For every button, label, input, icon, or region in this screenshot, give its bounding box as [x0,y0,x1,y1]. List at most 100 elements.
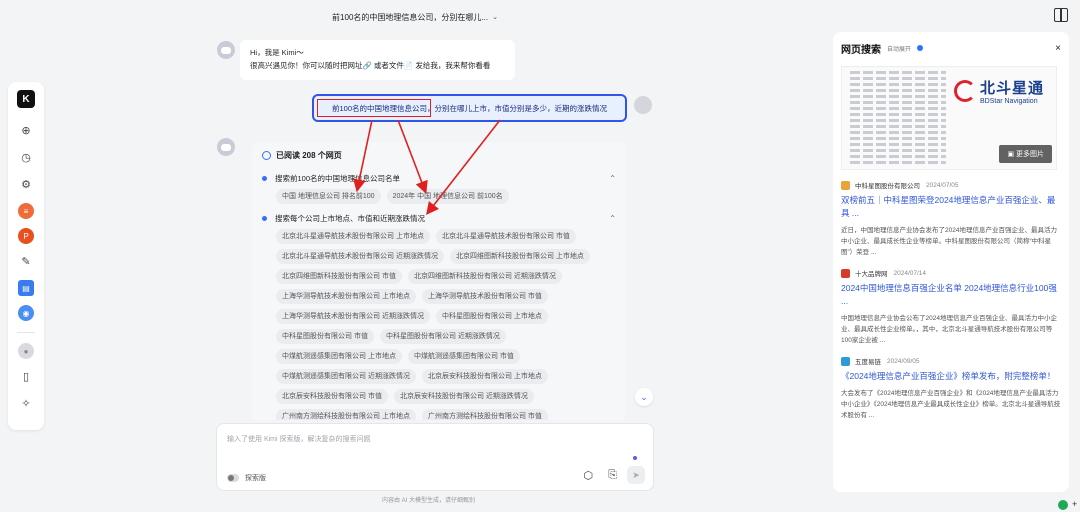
app-icon-orange[interactable]: ≡ [18,203,34,219]
search-tag[interactable]: 北京北斗星通导航技术股份有限公司 市值 [435,229,576,244]
sidebar-divider [17,332,35,333]
search-result[interactable]: 五度易链 2024/09/05 《2024地理信息产业百强企业》榜单发布，附完整榜… [841,356,1061,421]
search-tag[interactable]: 广州南方测绘科技股份有限公司 上市地点 [276,409,416,420]
close-icon[interactable]: × [1055,43,1061,54]
conversation-title-bar[interactable]: 前100名的中国地理信息公司，分别在哪儿... ⌄ [0,0,830,34]
kimi-avatar [217,41,235,59]
app-icon-blue[interactable]: ◉ [18,305,34,321]
check-circle-icon [262,151,271,160]
history-icon[interactable]: ◷ [18,149,34,165]
pen-icon[interactable]: ✎ [18,253,34,269]
search-tag[interactable]: 北京四维图新科技股份有限公司 近期涨跌情况 [407,269,562,284]
step-dot-icon [262,216,267,221]
greeting-line1: Hi，我是 Kimi～ [250,48,304,57]
search-step-2[interactable]: 搜索每个公司上市地点、市值和近期涨跌情况 ⌃ [262,213,616,224]
result-source: 五度易链 [855,359,881,366]
step1-label: 搜索前100名的中国地理信息公司名单 [275,174,401,183]
result-title-link[interactable]: 双榜前五｜中科星图荣登2024地理信息产业百强企业、最具 ... [841,194,1061,220]
status-dot [633,456,637,460]
result-title-link[interactable]: 《2024地理信息产业百强企业》榜单发布，附完整榜单！ [841,370,1061,383]
search-tag[interactable]: 上海华测导航技术股份有限公司 市值 [421,289,548,304]
search-image-preview[interactable]: 北斗星通 BDStar Navigation ▣ 更多图片 [841,66,1057,170]
chevron-down-icon[interactable]: ⌄ [492,13,498,21]
result-snippet: 大会发布了《2024地理信息产业百强企业》和《2024地理信息产业最具活力中小企… [841,390,1061,419]
search-tag[interactable]: 中科星图股份有限公司 上市地点 [435,309,548,324]
panel-title: 网页搜索 [841,44,881,56]
auto-expand-toggle[interactable] [917,45,924,51]
user-avatar [634,96,652,114]
search-tag[interactable]: 上海华测导航技术股份有限公司 近期涨跌情况 [276,309,430,324]
bdstar-logo: 北斗星通 BDStar Navigation [954,77,1044,105]
search-tag[interactable]: 中煤航测遥感集团有限公司 市值 [407,349,520,364]
search-result[interactable]: 中科星图股份有限公司 2024/07/05 双榜前五｜中科星图荣登2024地理信息… [841,180,1061,258]
status-badge-icon[interactable] [1058,500,1068,510]
kimi-logo-icon[interactable]: K [17,90,35,108]
panel-header: 网页搜索 自动展开 × [841,40,1061,56]
more-images-label: 更多图片 [1016,151,1044,158]
source-favicon-icon [841,356,850,366]
search-tag[interactable]: 上海华测导航技术股份有限公司 上市地点 [276,289,416,304]
web-search-panel: 网页搜索 自动展开 × 北斗星通 BDStar Navigation ▣ 更多图… [833,32,1069,492]
search-tag[interactable]: 北京北斗星通导航技术股份有限公司 上市地点 [276,229,430,244]
search-tag[interactable]: 北京辰安科技股份有限公司 近期涨跌情况 [393,389,534,404]
bdstar-logo-icon [954,80,976,102]
mobile-icon[interactable]: ▯ [18,368,34,384]
explore-icon[interactable]: ⚙ [18,176,34,192]
new-chat-icon[interactable]: ⊕ [18,122,34,138]
auto-expand-label: 自动展开 [887,46,912,53]
chevron-up-icon[interactable]: ⌃ [609,174,616,183]
plus-icon[interactable]: + [1072,499,1077,509]
kimi-avatar-2 [217,138,235,156]
scroll-down-icon[interactable]: ⌄ [635,388,653,406]
read-pages-header[interactable]: 已阅读 208 个网页 [262,150,616,161]
toggle-switch-icon[interactable] [227,474,239,482]
search-tag[interactable]: 中科星图股份有限公司 近期涨跌情况 [379,329,506,344]
explore-mode-label: 探索版 [245,475,266,482]
ai-disclaimer: 内容由 AI 大模型生成，请仔细甄别 [382,498,476,504]
search-tag[interactable]: 北京四维图新科技股份有限公司 上市地点 [449,249,590,264]
logo-cn: 北斗星通 [980,80,1045,97]
explore-mode-toggle[interactable]: 探索版 [227,473,266,483]
search-result[interactable]: 十大品牌网 2024/07/14 2024中国地理信息百强企业名单 2024地理信… [841,268,1061,346]
cube-icon[interactable]: ⬡ [583,469,593,482]
search-tag[interactable]: 2024年 中国 地理信息公司 前100名 [386,189,509,204]
step1-tags: 中国 地理信息公司 排名前100 2024年 中国 地理信息公司 前100名 [262,189,616,204]
result-source: 十大品牌网 [855,271,888,278]
panel-toggle-icon[interactable] [1054,8,1068,22]
chat-input-box[interactable]: 输入了使用 Kimi 探索版，解决复杂的搜索问题 探索版 ⬡ ⎘ ➤ [216,423,654,491]
chat-input-placeholder[interactable]: 输入了使用 Kimi 探索版，解决复杂的搜索问题 [227,434,371,444]
result-title-link[interactable]: 2024中国地理信息百强企业名单 2024地理信息行业100强 ... [841,282,1061,308]
result-date: 2024/07/14 [893,269,927,277]
greeting-bubble: Hi，我是 Kimi～ 很高兴遇见你！你可以随时把网址🔗 或者文件📄 发给我，我… [240,40,515,80]
annotation-highlight-box [317,99,431,117]
ppt-icon[interactable]: P [18,228,34,244]
conversation-title[interactable]: 前100名的中国地理信息公司，分别在哪儿... [332,12,488,23]
search-tag[interactable]: 中煤航测遥感集团有限公司 上市地点 [276,349,402,364]
search-tag[interactable]: 广州南方测绘科技股份有限公司 市值 [421,409,548,420]
send-button[interactable]: ➤ [627,466,645,484]
search-progress-box: 已阅读 208 个网页 搜索前100名的中国地理信息公司名单 ⌃ 中国 地理信息… [252,142,626,420]
doc-icon[interactable]: ▤ [18,280,34,296]
step2-tags: 北京北斗星通导航技术股份有限公司 上市地点 北京北斗星通导航技术股份有限公司 市值… [262,229,616,420]
search-tag[interactable]: 中科星图股份有限公司 市值 [276,329,374,344]
search-step-1[interactable]: 搜索前100名的中国地理信息公司名单 ⌃ [262,173,616,184]
search-tag[interactable]: 北京辰安科技股份有限公司 市值 [276,389,388,404]
chevron-up-icon[interactable]: ⌃ [609,214,616,223]
result-date: 2024/07/05 [926,181,959,189]
result-date: 2024/09/05 [887,357,920,365]
search-tag[interactable]: 北京北斗星通导航技术股份有限公司 近期涨跌情况 [276,249,444,264]
read-pages-count: 已阅读 208 个网页 [276,151,342,160]
step-dot-icon [262,176,267,181]
user-avatar-icon[interactable]: ● [18,343,34,359]
plugin-icon[interactable]: ✧ [18,395,34,411]
result-source: 中科星图股份有限公司 [855,183,920,190]
search-tag[interactable]: 北京四维图新科技股份有限公司 市值 [276,269,402,284]
sidebar: K ⊕ ◷ ⚙ ≡ P ✎ ▤ ◉ ● ▯ ✧ [8,82,44,430]
attach-icon[interactable]: ⎘ [608,469,617,482]
search-tag[interactable]: 北京辰安科技股份有限公司 上市地点 [421,369,548,384]
greeting-line2: 很高兴遇见你！你可以随时把网址🔗 或者文件📄 发给我，我来帮你看看 [250,61,491,70]
search-tag[interactable]: 中国 地理信息公司 排名前100 [276,189,381,204]
search-tag[interactable]: 中煤航测遥感集团有限公司 近期涨跌情况 [276,369,416,384]
more-images-button[interactable]: ▣ 更多图片 [999,145,1052,163]
result-snippet: 中国地理信息产业协会公布了2024地理信息产业百强企业、最具活力中小企业、最具成… [841,315,1057,344]
